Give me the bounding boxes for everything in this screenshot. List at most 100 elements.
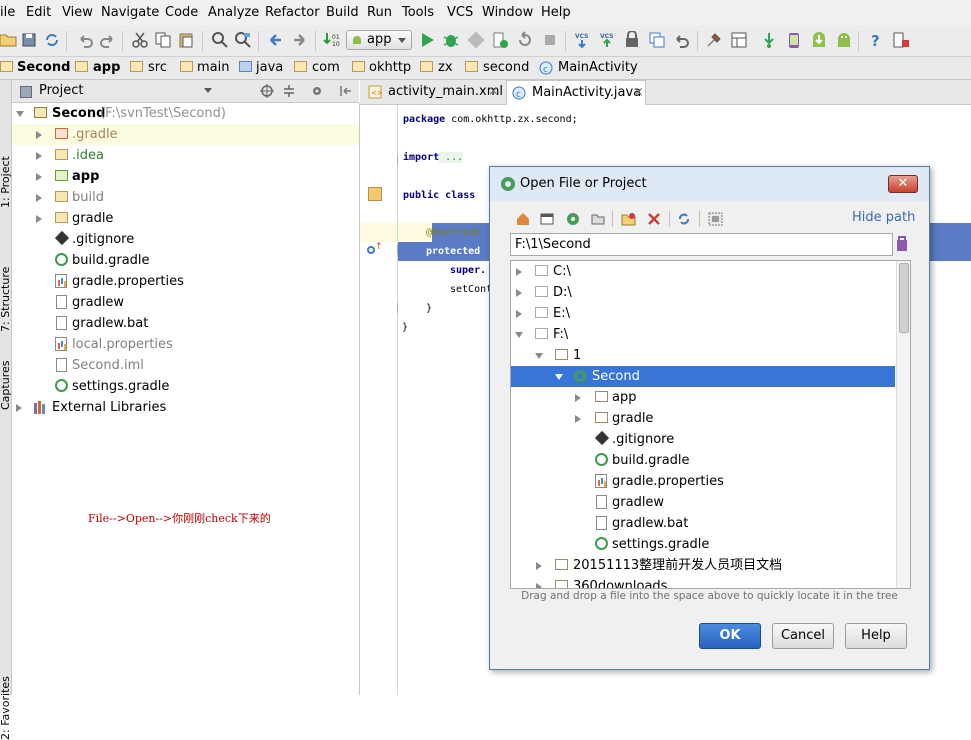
tree-node[interactable]: 360downloads [511, 576, 895, 588]
new-folder-icon[interactable] [621, 212, 636, 226]
expand-arrow-icon[interactable] [36, 173, 42, 181]
menu-help[interactable]: Help [541, 5, 571, 20]
expand-arrow-icon[interactable] [36, 131, 42, 139]
favorites-tool-tab[interactable]: 2: Favorites [0, 676, 12, 740]
menu-file[interactable]: ile [0, 5, 15, 20]
vcs-commit-icon[interactable]: VCS [598, 31, 616, 49]
tree-node[interactable]: 20151113整理前开发人员项目文档 [511, 555, 895, 576]
expand-arrow-icon[interactable] [16, 111, 24, 117]
sync-icon[interactable] [43, 31, 61, 49]
settings-icon[interactable] [705, 31, 723, 49]
tree-node[interactable]: app [511, 387, 895, 408]
redo-icon[interactable] [99, 31, 117, 49]
sdk-manager-icon[interactable] [810, 31, 828, 49]
module-root-icon[interactable] [591, 212, 605, 226]
tree-node[interactable]: .gitignore [511, 429, 895, 450]
tree-node[interactable]: gradlew [511, 492, 895, 513]
make-project-icon[interactable]: 0110 [323, 31, 341, 49]
collapse-arrow-icon[interactable] [515, 332, 523, 338]
vcs-revert-icon[interactable] [673, 31, 691, 49]
menu-vcs[interactable]: VCS [447, 5, 473, 20]
tree-item[interactable]: Second.iml [12, 355, 359, 376]
scrollbar-thumb[interactable] [899, 263, 909, 333]
ok-button[interactable]: OK [699, 623, 761, 649]
undo-icon[interactable] [76, 31, 94, 49]
tree-item[interactable]: .idea [12, 145, 359, 166]
delete-icon[interactable] [647, 212, 661, 226]
menu-run[interactable]: Run [367, 5, 392, 20]
android-monitor-icon[interactable] [835, 31, 853, 49]
tree-node[interactable]: C:\ [511, 261, 895, 282]
tab-main-activity[interactable]: c MainActivity.java × [506, 80, 646, 105]
tree-item[interactable]: settings.gradle [12, 376, 359, 397]
menu-window[interactable]: Window [482, 5, 533, 20]
tree-item[interactable]: .gitignore [12, 229, 359, 250]
history-dropdown-icon[interactable] [895, 236, 909, 252]
vcs-compare-icon[interactable] [648, 31, 666, 49]
device-monitor-icon[interactable] [892, 31, 910, 49]
expand-arrow-icon[interactable] [36, 215, 42, 223]
help-button[interactable]: Help [845, 623, 907, 649]
override-marker-icon[interactable] [367, 246, 375, 254]
tree-item[interactable]: gradle.properties [12, 271, 359, 292]
back-icon[interactable] [267, 31, 285, 49]
menu-refactor[interactable]: Refactor [265, 5, 320, 20]
expand-arrow-icon[interactable] [575, 415, 581, 423]
collapse-arrow-icon[interactable] [555, 374, 563, 380]
structure-tool-tab[interactable]: 7: Structure [0, 267, 12, 332]
paste-icon[interactable] [177, 31, 195, 49]
path-input[interactable] [510, 233, 893, 256]
show-hidden-icon[interactable] [708, 212, 723, 226]
stop-icon[interactable] [541, 31, 559, 49]
rerun-icon[interactable] [516, 31, 534, 49]
gradle-sync-icon[interactable] [760, 31, 778, 49]
save-icon[interactable] [20, 31, 38, 49]
vcs-history-icon[interactable] [623, 31, 641, 49]
cancel-button[interactable]: Cancel [772, 623, 834, 649]
close-icon[interactable]: × [633, 81, 644, 105]
tree-item[interactable]: build.gradle [12, 250, 359, 271]
expand-arrow-icon[interactable] [16, 404, 22, 412]
tree-root-second[interactable]: Second (F:\svnTest\Second) [12, 103, 359, 124]
project-view-label[interactable]: Project [39, 83, 83, 98]
tree-node[interactable]: D:\ [511, 282, 895, 303]
tree-node[interactable]: E:\ [511, 303, 895, 324]
project-structure-icon[interactable] [730, 31, 748, 49]
menu-view[interactable]: View [62, 5, 93, 20]
menu-navigate[interactable]: Navigate [101, 5, 159, 20]
attach-debugger-icon[interactable] [491, 31, 509, 49]
expand-arrow-icon[interactable] [516, 310, 522, 318]
tree-node[interactable]: build.gradle [511, 450, 895, 471]
tree-item[interactable]: local.properties [12, 334, 359, 355]
collapse-arrow-icon[interactable] [535, 353, 543, 359]
tree-item[interactable]: app [12, 166, 359, 187]
tree-item-external-libraries[interactable]: External Libraries [12, 397, 359, 418]
hide-panel-icon[interactable] [338, 84, 352, 98]
run-icon[interactable] [418, 31, 436, 49]
tree-item[interactable]: gradlew [12, 292, 359, 313]
help-icon[interactable]: ? [867, 31, 885, 49]
menu-code[interactable]: Code [165, 5, 198, 20]
menu-analyze[interactable]: Analyze [208, 5, 259, 20]
expand-arrow-icon[interactable] [536, 583, 542, 588]
home-icon[interactable] [516, 212, 530, 226]
desktop-icon[interactable] [540, 212, 554, 226]
expand-arrow-icon[interactable] [36, 194, 42, 202]
debug-icon[interactable] [442, 31, 460, 49]
chevron-down-icon[interactable] [204, 88, 212, 93]
tree-item[interactable]: .gradle [12, 124, 359, 145]
menu-build[interactable]: Build [326, 5, 359, 20]
tree-item[interactable]: gradle [12, 208, 359, 229]
expand-arrow-icon[interactable] [516, 289, 522, 297]
tree-node[interactable]: F:\ [511, 324, 895, 345]
tree-item[interactable]: build [12, 187, 359, 208]
tree-item[interactable]: gradlew.bat [12, 313, 359, 334]
hide-path-link[interactable]: Hide path [852, 210, 915, 225]
expand-arrow-icon[interactable] [516, 268, 522, 276]
project-tool-tab[interactable]: 1: Project [0, 156, 12, 208]
expand-arrow-icon[interactable] [536, 562, 542, 570]
layout-marker-icon[interactable] [368, 187, 382, 201]
find-icon[interactable] [211, 31, 229, 49]
menu-edit[interactable]: Edit [26, 5, 51, 20]
tree-node[interactable]: gradle [511, 408, 895, 429]
